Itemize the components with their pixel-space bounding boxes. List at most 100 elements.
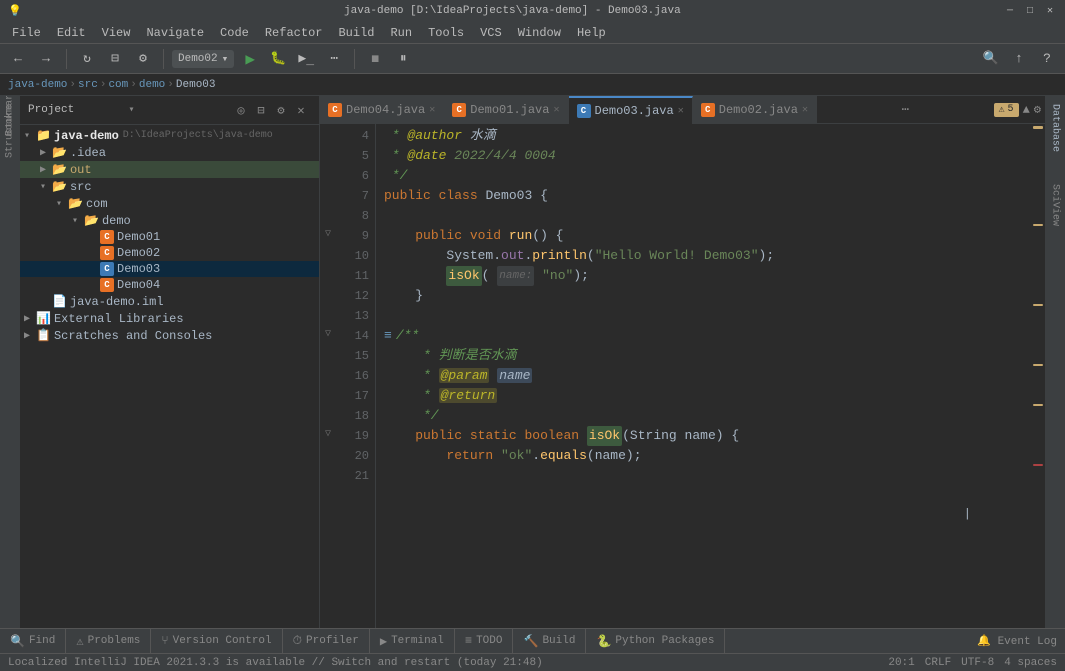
file-encoding[interactable]: UTF-8 xyxy=(961,657,994,669)
bottom-tab-todo[interactable]: ≡ TODO xyxy=(455,629,514,653)
menu-refactor[interactable]: Refactor xyxy=(257,24,331,42)
cursor-position[interactable]: 20:1 xyxy=(888,657,914,669)
sync-button[interactable]: ↻ xyxy=(75,47,99,71)
fold-5[interactable] xyxy=(320,144,336,164)
menu-view[interactable]: View xyxy=(94,24,139,42)
tab-demo04[interactable]: C Demo04.java ✕ xyxy=(320,96,444,124)
fold-14[interactable]: ▽ xyxy=(320,324,336,344)
tab-demo01[interactable]: C Demo01.java ✕ xyxy=(444,96,568,124)
run-configuration[interactable]: Demo02 ▾ xyxy=(172,50,234,68)
breadcrumb-demo[interactable]: demo xyxy=(139,79,165,91)
indent-settings[interactable]: 4 spaces xyxy=(1004,657,1057,669)
main-area: Bookmarks Structure Project ▾ ◎ ⊟ ⚙ ✕ ▾ … xyxy=(0,96,1065,628)
sciview-panel-toggle[interactable]: SciView xyxy=(1048,180,1063,230)
structure-panel-toggle[interactable]: Structure xyxy=(1,122,19,140)
tree-arrow-idea: ▶ xyxy=(40,147,50,159)
tree-item-com[interactable]: ▾ 📂 com xyxy=(20,195,319,212)
bottom-tab-vcs[interactable]: ⑂ Version Control xyxy=(151,629,282,653)
bottom-tab-terminal[interactable]: ▶ Terminal xyxy=(370,629,455,653)
breadcrumb-file[interactable]: Demo03 xyxy=(176,79,216,91)
tree-label-demo03: Demo03 xyxy=(117,262,160,276)
update-button[interactable]: ↑ xyxy=(1007,47,1031,71)
tab-close-demo01[interactable]: ✕ xyxy=(553,104,559,116)
database-panel-toggle[interactable]: Database xyxy=(1048,100,1063,156)
menu-vcs[interactable]: VCS xyxy=(472,24,510,42)
bottom-tab-problems[interactable]: ⚠ Problems xyxy=(66,629,151,653)
menu-navigate[interactable]: Navigate xyxy=(138,24,212,42)
stop-button[interactable]: ◼ xyxy=(363,47,387,71)
tab-icon-demo03: C xyxy=(577,104,591,118)
tree-item-idea[interactable]: ▶ 📂 .idea xyxy=(20,144,319,161)
fold-7[interactable] xyxy=(320,184,336,204)
help-button[interactable]: ? xyxy=(1035,47,1059,71)
tab-demo03[interactable]: C Demo03.java ✕ xyxy=(569,96,693,124)
menu-tools[interactable]: Tools xyxy=(420,24,472,42)
forward-button[interactable]: → xyxy=(34,47,58,71)
menu-build[interactable]: Build xyxy=(330,24,382,42)
search-button[interactable]: 🔍 xyxy=(979,47,1003,71)
tabs-more-button[interactable]: ⋯ xyxy=(896,102,915,117)
fold-19[interactable]: ▽ xyxy=(320,424,336,444)
code-line-8 xyxy=(384,206,1023,226)
tab-close-demo04[interactable]: ✕ xyxy=(429,104,435,116)
back-button[interactable]: ← xyxy=(6,47,30,71)
tree-item-ext-libs[interactable]: ▶ 📊 External Libraries xyxy=(20,310,319,327)
menu-help[interactable]: Help xyxy=(569,24,614,42)
linenum-8: 8 xyxy=(342,206,369,226)
warning-indicator[interactable]: ⚠ 5 xyxy=(994,103,1019,117)
fold-18[interactable] xyxy=(320,404,336,424)
code-editor[interactable]: * @author 水滴 * @date 2022/4/4 0004 */ pu… xyxy=(376,124,1031,628)
tab-demo02[interactable]: C Demo02.java ✕ xyxy=(693,96,817,124)
menu-file[interactable]: File xyxy=(4,24,49,42)
event-log-link[interactable]: 🔔 Event Log xyxy=(977,634,1057,648)
breadcrumb-com[interactable]: com xyxy=(108,79,128,91)
suspend-button[interactable]: ⏸ xyxy=(391,47,415,71)
title-bar: 💡 java-demo [D:\IdeaProjects\java-demo] … xyxy=(0,0,1065,22)
gear-editor-button[interactable]: ⚙ xyxy=(1034,102,1041,117)
tab-close-demo03[interactable]: ✕ xyxy=(678,105,684,117)
tree-item-src[interactable]: ▾ 📂 src xyxy=(20,178,319,195)
bottom-tab-find[interactable]: 🔍 Find xyxy=(0,629,66,653)
line-separator[interactable]: CRLF xyxy=(925,657,951,669)
tree-item-demo01[interactable]: C Demo01 xyxy=(20,229,319,245)
tree-item-out[interactable]: ▶ 📂 out xyxy=(20,161,319,178)
tree-item-demo[interactable]: ▾ 📂 demo xyxy=(20,212,319,229)
tree-item-demo03[interactable]: C Demo03 xyxy=(20,261,319,277)
bottom-right-actions: 🔔 Event Log xyxy=(969,634,1065,648)
expand-editor-button[interactable]: ▲ xyxy=(1023,103,1030,117)
menu-run[interactable]: Run xyxy=(382,24,420,42)
debug-button[interactable]: 🐛 xyxy=(266,47,290,71)
breadcrumb-src[interactable]: src xyxy=(78,79,98,91)
sidebar-options-button[interactable]: ⚙ xyxy=(271,100,291,120)
more-run-button[interactable]: ⋯ xyxy=(322,47,346,71)
collapse-all-button[interactable]: ⊟ xyxy=(251,100,271,120)
sidebar-dropdown-arrow[interactable]: ▾ xyxy=(128,104,134,116)
fold-6[interactable] xyxy=(320,164,336,184)
bottom-tab-python[interactable]: 🐍 Python Packages xyxy=(586,629,725,653)
fold-12[interactable] xyxy=(320,284,336,304)
minimize-button[interactable]: ─ xyxy=(1003,4,1017,18)
run-button[interactable]: ▶ xyxy=(238,47,262,71)
tree-item-scratches[interactable]: ▶ 📋 Scratches and Consoles xyxy=(20,327,319,344)
fold-9[interactable]: ▽ xyxy=(320,224,336,244)
fold-4[interactable] xyxy=(320,124,336,144)
breadcrumb-project[interactable]: java-demo xyxy=(8,79,67,91)
close-sidebar-button[interactable]: ✕ xyxy=(291,100,311,120)
bottom-tab-profiler[interactable]: ⏱ Profiler xyxy=(283,629,370,653)
maximize-button[interactable]: □ xyxy=(1023,4,1037,18)
tab-label-demo03: Demo03.java xyxy=(595,104,674,118)
menu-window[interactable]: Window xyxy=(510,24,569,42)
tree-item-demo04[interactable]: C Demo04 xyxy=(20,277,319,293)
menu-code[interactable]: Code xyxy=(212,24,257,42)
tree-item-iml[interactable]: 📄 java-demo.iml xyxy=(20,293,319,310)
settings-button[interactable]: ⚙ xyxy=(131,47,155,71)
run-coverage-button[interactable]: ▶̲ xyxy=(294,47,318,71)
tree-item-demo02[interactable]: C Demo02 xyxy=(20,245,319,261)
search-all-button[interactable]: ⊟ xyxy=(103,47,127,71)
tab-close-demo02[interactable]: ✕ xyxy=(802,104,808,116)
tree-item-java-demo[interactable]: ▾ 📁 java-demo D:\IdeaProjects\java-demo xyxy=(20,127,319,144)
locate-file-button[interactable]: ◎ xyxy=(231,100,251,120)
menu-edit[interactable]: Edit xyxy=(49,24,94,42)
bottom-tab-build[interactable]: 🔨 Build xyxy=(513,629,586,653)
close-button[interactable]: ✕ xyxy=(1043,4,1057,18)
